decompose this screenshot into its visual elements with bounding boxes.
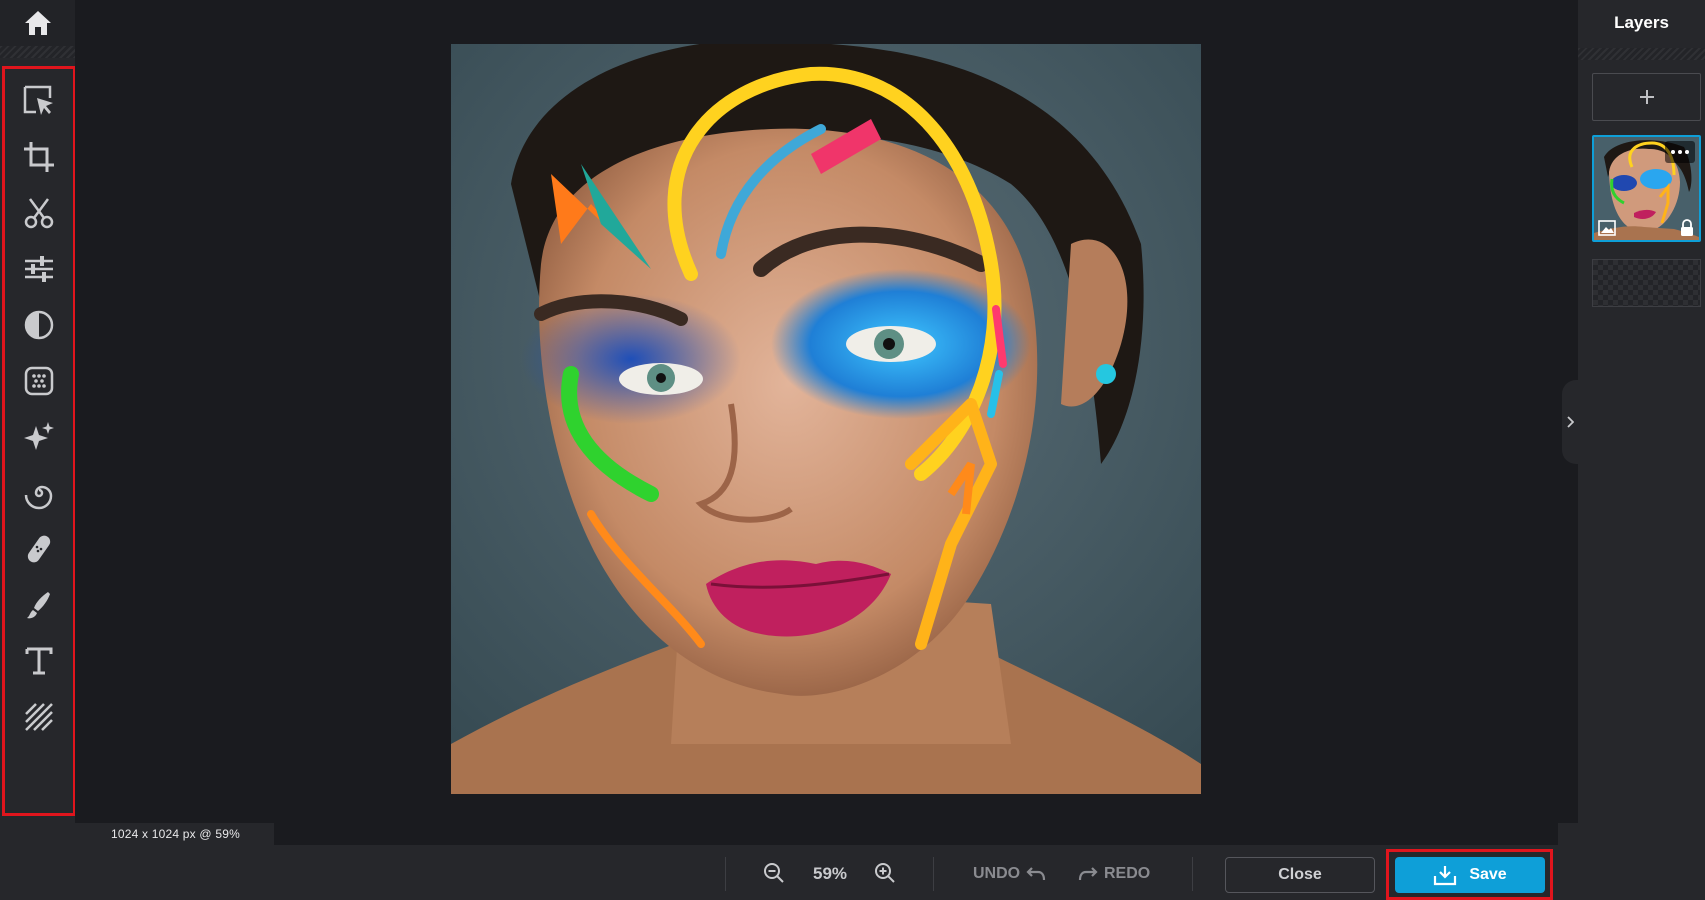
separator [1192,857,1193,891]
portrait-image [451,44,1201,794]
bottom-bar: 59% UNDO REDO Close Save [75,845,1578,900]
sliders-icon [25,256,53,282]
text-icon [25,647,53,675]
canvas-dimensions-label: 1024 x 1024 px @ 59% [75,823,274,845]
zoom-in-icon [875,863,895,883]
zoom-out-button[interactable] [760,859,788,887]
tool-draw[interactable] [5,581,73,629]
canvas-area[interactable] [75,0,1578,845]
layer-options-button[interactable] [1665,141,1695,163]
image-layer-icon [1598,220,1616,236]
tool-text[interactable] [5,637,73,685]
tool-crop[interactable] [5,133,73,181]
panel-divider [1578,48,1705,60]
chevron-right-icon [1567,416,1574,428]
save-button-highlight: Save [1386,849,1553,900]
zoom-out-icon [764,863,784,883]
layer-item-image[interactable] [1592,135,1701,242]
save-label: Save [1469,866,1507,883]
left-toolbar [0,0,76,900]
layers-title: Layers [1614,13,1669,32]
dots-grid-icon [24,366,54,396]
diagonal-lines-icon [25,703,53,731]
canvas-status-end [1558,823,1578,845]
redo-label: REDO [1104,865,1151,882]
undo-button[interactable]: UNDO [973,862,1046,886]
bandage-icon [27,535,51,563]
scissors-icon [24,198,54,229]
layers-panel: Layers [1578,0,1705,900]
select-arrow-icon [23,85,53,115]
undo-label: UNDO [973,865,1021,882]
plus-icon [1639,90,1654,104]
tool-texture[interactable] [5,693,73,741]
tool-cutout[interactable] [5,189,73,237]
tool-liquify[interactable] [5,469,73,517]
zoom-value: 59% [812,864,848,883]
toolbar-divider [0,46,75,58]
separator [725,857,726,891]
close-button[interactable]: Close [1225,857,1375,893]
home-icon [24,11,51,35]
more-icon [1671,150,1689,154]
zoom-in-button[interactable] [871,859,899,887]
panel-collapse-toggle[interactable] [1562,380,1578,464]
canvas-image[interactable] [451,44,1201,794]
photo-editor-app: 1024 x 1024 px @ 59% 59% UNDO REDO Close… [0,0,1705,900]
sparkle-icon [24,422,54,450]
undo-icon [1026,867,1046,881]
separator [933,857,934,891]
redo-icon [1078,867,1098,881]
download-icon [1434,866,1457,886]
tool-arrange[interactable] [5,77,73,125]
tool-filter[interactable] [5,357,73,405]
home-button[interactable] [0,0,75,46]
layer-item-empty[interactable] [1592,259,1701,307]
half-circle-icon [24,310,54,340]
tool-heal[interactable] [5,525,73,573]
add-layer-button[interactable] [1592,73,1701,121]
redo-button[interactable]: REDO [1078,862,1150,886]
spiral-icon [24,485,53,510]
tools-group [2,66,76,816]
tool-effects[interactable] [5,301,73,349]
brush-icon [27,592,50,619]
crop-icon [24,142,54,172]
tool-adjust[interactable] [5,245,73,293]
tool-retouch[interactable] [5,413,73,461]
save-button[interactable]: Save [1395,857,1545,893]
lock-icon [1681,219,1693,236]
